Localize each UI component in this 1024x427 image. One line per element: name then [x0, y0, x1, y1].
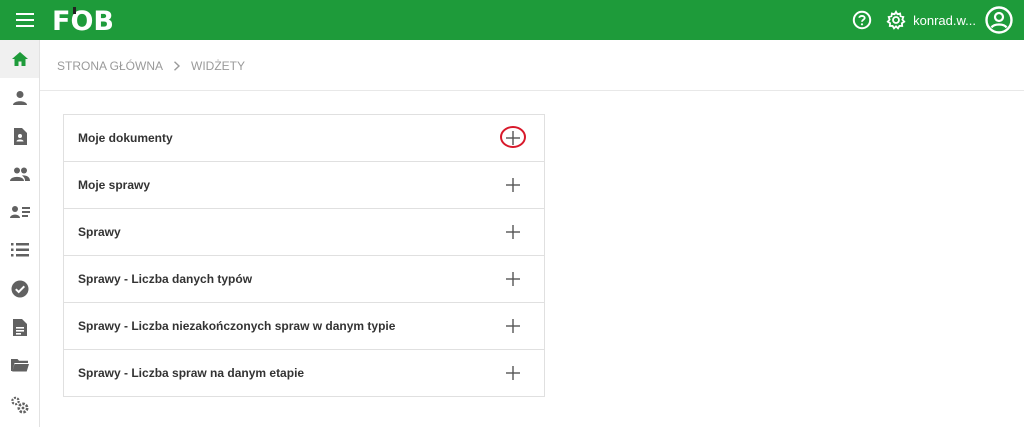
add-widget-button[interactable]	[502, 315, 524, 337]
account-button[interactable]	[984, 5, 1014, 35]
help-icon	[852, 10, 872, 30]
check-circle-icon	[11, 280, 28, 298]
add-widget-button[interactable]	[502, 268, 524, 290]
widget-row-sprawy-niezakonczone[interactable]: Sprawy - Liczba niezakończonych spraw w …	[64, 303, 544, 350]
sidebar-item-documents[interactable]	[0, 308, 39, 346]
sidebar-item-user[interactable]	[0, 79, 39, 117]
menu-button[interactable]	[12, 10, 38, 30]
top-bar: FOB konrad.w...	[0, 0, 1024, 40]
add-widget-button[interactable]	[502, 221, 524, 243]
app-logo[interactable]: FOB	[52, 6, 112, 34]
widget-row-sprawy-liczba-typow[interactable]: Sprawy - Liczba danych typów	[64, 256, 544, 303]
sidebar-item-list[interactable]	[0, 231, 39, 269]
people-icon	[9, 167, 30, 181]
username-label[interactable]: konrad.w...	[913, 13, 976, 28]
widget-label: Sprawy - Liczba spraw na danym etapie	[78, 366, 305, 380]
add-widget-button[interactable]	[502, 362, 524, 384]
help-button[interactable]	[851, 9, 873, 31]
home-icon	[11, 52, 28, 66]
person-list-icon	[9, 206, 30, 218]
sidebar-item-folders[interactable]	[0, 346, 39, 384]
sidebar-item-settings[interactable]	[0, 386, 39, 424]
sidebar-item-home[interactable]	[0, 40, 39, 78]
highlight-circle	[500, 126, 526, 148]
widget-label: Sprawy - Liczba niezakończonych spraw w …	[78, 319, 396, 333]
widget-label: Moje sprawy	[78, 178, 151, 192]
settings-button[interactable]	[885, 9, 907, 31]
widget-row-sprawy[interactable]: Sprawy	[64, 209, 544, 256]
document-icon	[12, 318, 27, 336]
folder-icon	[10, 359, 29, 372]
breadcrumb-current: WIDŻETY	[191, 59, 246, 73]
person-icon	[12, 91, 27, 105]
account-icon	[985, 6, 1013, 34]
cogs-icon	[10, 396, 28, 414]
sidebar	[0, 40, 40, 427]
add-widget-button[interactable]	[502, 174, 524, 196]
plus-icon	[506, 366, 520, 380]
header-divider	[40, 90, 1024, 91]
widget-list: Moje dokumenty Moje sprawy Sprawy Sprawy…	[63, 114, 545, 397]
breadcrumb: STRONA GŁÓWNA WIDŻETY	[57, 58, 245, 74]
plus-icon	[506, 178, 520, 192]
sidebar-item-contact-doc[interactable]	[0, 117, 39, 155]
top-right-controls: konrad.w...	[851, 0, 1014, 40]
widget-label: Moje dokumenty	[78, 131, 173, 145]
widget-label: Sprawy	[78, 225, 121, 239]
widget-row-moje-dokumenty[interactable]: Moje dokumenty	[64, 115, 544, 162]
widget-row-moje-sprawy[interactable]: Moje sprawy	[64, 162, 544, 209]
widget-row-sprawy-etap[interactable]: Sprawy - Liczba spraw na danym etapie	[64, 350, 544, 396]
plus-icon	[506, 272, 520, 286]
breadcrumb-home[interactable]: STRONA GŁÓWNA	[57, 59, 163, 73]
contact-document-icon	[13, 127, 27, 145]
sidebar-item-groups[interactable]	[0, 155, 39, 193]
fob-logo: FOB	[52, 7, 112, 33]
list-icon	[10, 243, 29, 257]
add-widget-button[interactable]	[500, 126, 526, 149]
sidebar-item-tasks[interactable]	[0, 270, 39, 308]
sidebar-item-user-list[interactable]	[0, 193, 39, 231]
gear-icon	[886, 10, 906, 30]
plus-icon	[506, 225, 520, 239]
widget-label: Sprawy - Liczba danych typów	[78, 272, 253, 286]
menu-icon	[16, 13, 34, 27]
svg-text:FOB: FOB	[52, 7, 112, 33]
chevron-right-icon	[173, 58, 181, 74]
plus-icon	[506, 319, 520, 333]
